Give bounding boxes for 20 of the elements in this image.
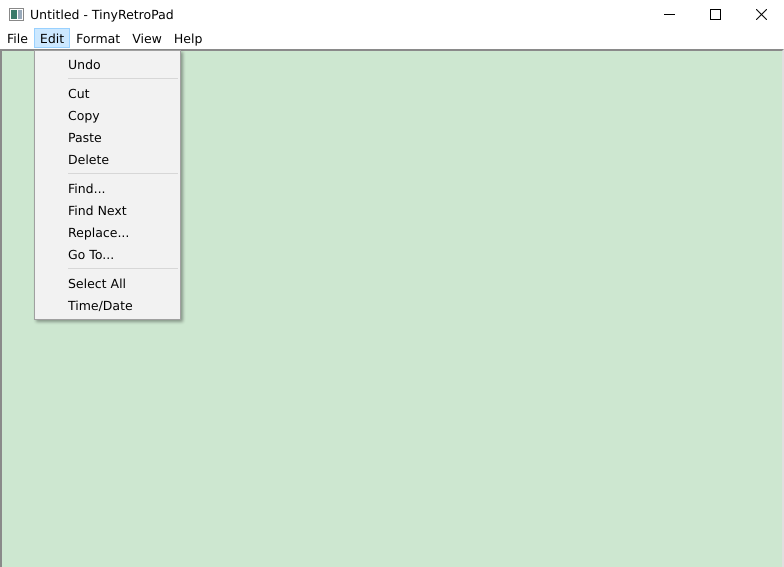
menu-item[interactable]: Help [168, 28, 208, 48]
close-icon [756, 8, 766, 20]
maximize-icon [710, 8, 720, 20]
menu-option[interactable]: Find... [35, 177, 180, 199]
window-title: Untitled - TinyRetroPad [30, 6, 174, 22]
menu-item[interactable]: Format [70, 28, 126, 48]
app-icon [9, 8, 24, 20]
menu-option[interactable]: Cut [35, 82, 180, 104]
menu-option[interactable]: Undo [35, 53, 180, 75]
menu-option[interactable]: Select All [35, 272, 180, 294]
menu-option[interactable]: Go To... [35, 243, 180, 265]
menu-option[interactable]: Copy [35, 104, 180, 126]
menu-item[interactable]: Edit [34, 28, 70, 48]
menu-item[interactable]: View [126, 28, 168, 48]
menu-option[interactable]: Paste [35, 126, 180, 148]
menu-option[interactable]: Replace... [35, 221, 180, 243]
menu-option[interactable]: Time/Date [35, 294, 180, 316]
menu-option[interactable]: Delete [35, 148, 180, 170]
menu-item[interactable]: File [1, 28, 34, 48]
menu-option[interactable]: Find Next [35, 199, 180, 221]
